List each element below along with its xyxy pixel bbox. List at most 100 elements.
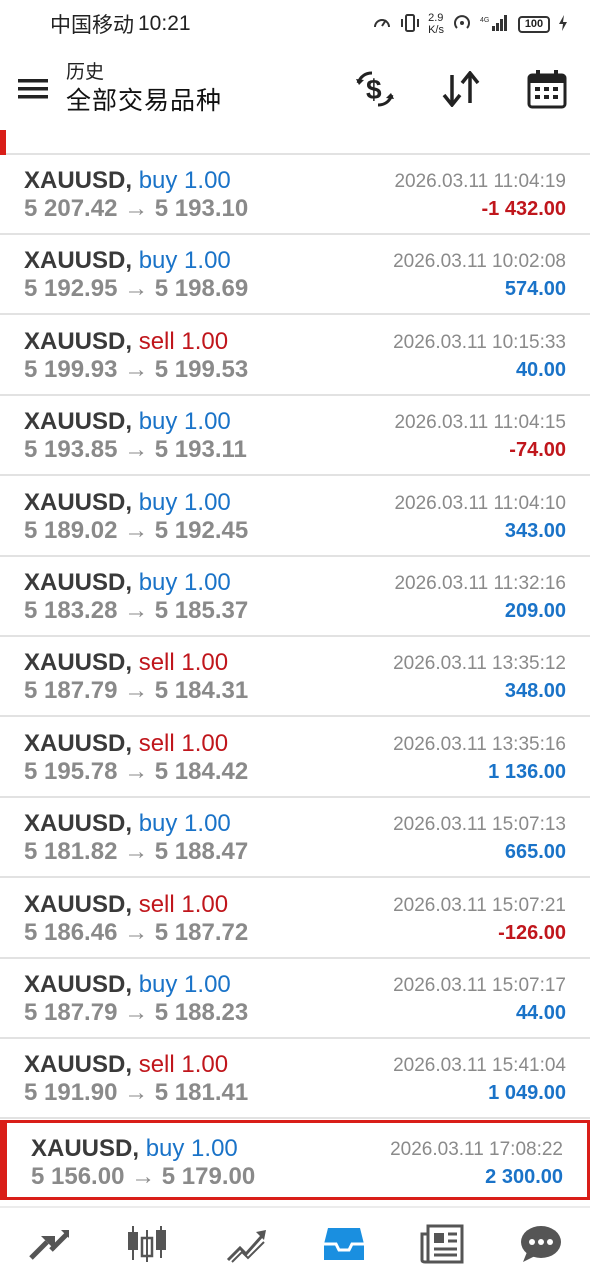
trade-title: XAUUSD, sell 1.00 — [24, 649, 228, 677]
app-header: 历史 全部交易品种 $ — [0, 48, 590, 130]
history-list[interactable]: XAUUSD, buy 1.00 5 207.42 → 5 193.10 2026.… — [0, 130, 590, 1206]
list-item[interactable]: XAUUSD, buy 1.00 5 192.95 → 5 198.69 2026.… — [0, 235, 590, 316]
trade-symbol: XAUUSD, — [24, 327, 133, 355]
trade-symbol: XAUUSD, — [24, 167, 133, 194]
trade-symbol: XAUUSD, — [24, 890, 133, 918]
trade-side: sell 1.00 — [138, 327, 229, 355]
trade-profit: 343.00 — [504, 519, 566, 542]
status-icons: 2.9 K/s 4G 100 — [372, 12, 568, 36]
trade-prices: 5 191.90 → 5 181.41 — [24, 1079, 249, 1107]
tab-quotes[interactable] — [0, 1208, 98, 1280]
trade-time: 2026.03.11 13:35:16 — [393, 733, 566, 755]
list-item-selected[interactable]: XAUUSD, buy 1.00 5 156.00 → 5 179.00 2026.… — [0, 1119, 590, 1200]
tab-trade[interactable] — [197, 1208, 295, 1280]
trade-symbol: XAUUSD, — [24, 408, 133, 436]
trade-profit: -74.00 — [509, 439, 566, 462]
calendar-button[interactable] — [504, 48, 590, 130]
trade-prices: 5 189.02 → 5 192.45 — [24, 516, 249, 544]
history-icon — [324, 1228, 365, 1260]
svg-text:$: $ — [366, 74, 382, 105]
trade-profit: 44.00 — [515, 1002, 566, 1024]
hotspot-icon — [452, 13, 472, 36]
list-item[interactable]: XAUUSD, buy 1.00 5 193.85 → 5 193.11 2026.… — [0, 396, 590, 477]
tab-chat[interactable] — [492, 1208, 590, 1280]
trade-title: XAUUSD, sell 1.00 — [24, 328, 228, 356]
tab-history[interactable] — [295, 1208, 393, 1280]
page-title: 历史 — [66, 61, 105, 83]
list-item-partial — [0, 130, 590, 155]
list-item[interactable]: XAUUSD, sell 1.00 5 199.93 → 5 199.53 2026… — [0, 316, 590, 396]
trade-symbol: XAUUSD, — [24, 569, 133, 596]
trade-title: XAUUSD, buy 1.00 — [24, 489, 231, 517]
menu-button[interactable] — [0, 48, 66, 130]
trade-time: 2026.03.11 13:35:12 — [393, 653, 566, 675]
trade-symbol: XAUUSD, — [24, 971, 133, 998]
trade-title: XAUUSD, buy 1.00 — [24, 167, 231, 195]
list-item[interactable]: XAUUSD, buy 1.00 5 183.28 → 5 185.37 2026.… — [0, 557, 590, 637]
list-item[interactable]: XAUUSD, buy 1.00 5 189.02 → 5 192.45 2026.… — [0, 477, 590, 557]
trade-side: sell 1.00 — [138, 729, 229, 757]
quotes-icon — [29, 1230, 70, 1260]
symbol-filter[interactable]: 全部交易品种 — [66, 84, 222, 118]
trade-profit: 1 136.00 — [488, 760, 566, 783]
trade-symbol: XAUUSD, — [24, 649, 133, 677]
trade-prices: 5 199.93 → 5 199.53 — [24, 355, 249, 383]
status-time: 10:21 — [138, 12, 191, 35]
trade-symbol: XAUUSD, — [24, 729, 133, 757]
tab-news[interactable] — [393, 1208, 491, 1280]
sort-button[interactable] — [418, 48, 504, 130]
trade-prices: 5 193.85 → 5 193.11 — [24, 436, 247, 464]
trade-prices: 5 183.28 → 5 185.37 — [24, 597, 249, 624]
trade-icon — [226, 1230, 266, 1263]
status-bar: 中国移动 10:21 2.9 K/s 4G 100 — [0, 0, 590, 48]
carrier-name: 中国移动 — [50, 13, 134, 37]
list-item[interactable]: XAUUSD, buy 1.00 5 207.42 → 5 193.10 2026.… — [0, 155, 590, 235]
trade-profit: 209.00 — [504, 600, 566, 622]
trade-prices: 5 187.79 → 5 184.31 — [24, 677, 249, 705]
trade-title: XAUUSD, sell 1.00 — [24, 730, 228, 758]
trade-title: XAUUSD, buy 1.00 — [24, 408, 231, 436]
svg-text:4G: 4G — [480, 17, 489, 24]
list-item[interactable]: XAUUSD, sell 1.00 5 187.79 → 5 184.31 2026… — [0, 637, 590, 718]
trade-side: buy 1.00 — [138, 408, 231, 436]
trade-time: 2026.03.11 11:32:16 — [394, 573, 566, 594]
charging-icon — [558, 14, 568, 34]
trade-profit: 40.00 — [515, 358, 566, 381]
chart-icon — [128, 1226, 167, 1262]
trade-title: XAUUSD, sell 1.00 — [24, 1051, 228, 1079]
list-item[interactable]: XAUUSD, sell 1.00 5 195.78 → 5 184.42 2026… — [0, 718, 590, 798]
list-item[interactable]: XAUUSD, buy 1.00 5 187.79 → 5 188.23 2026.… — [0, 959, 590, 1039]
list-item[interactable]: XAUUSD, buy 1.00 5 181.82 → 5 188.47 2026.… — [0, 798, 590, 879]
trade-prices: 5 207.42 → 5 193.10 — [24, 195, 249, 222]
trade-prices: 5 186.46 → 5 187.72 — [24, 918, 249, 946]
header-titles: 历史 全部交易品种 — [66, 60, 222, 118]
network-speed: 2.9 K/s — [428, 12, 444, 36]
trade-profit: 574.00 — [504, 278, 566, 301]
trade-title: XAUUSD, buy 1.00 — [24, 569, 231, 597]
trade-time: 2026.03.11 11:04:10 — [394, 492, 566, 514]
trade-prices: 5 187.79 → 5 188.23 — [24, 999, 249, 1026]
header-actions: $ — [332, 48, 590, 130]
trade-symbol: XAUUSD, — [31, 1134, 140, 1162]
trade-time: 2026.03.11 15:07:17 — [393, 975, 566, 996]
trade-side: buy 1.00 — [138, 971, 231, 998]
trade-title: XAUUSD, sell 1.00 — [24, 891, 228, 919]
trade-side: sell 1.00 — [138, 1051, 229, 1079]
list-item[interactable]: XAUUSD, sell 1.00 5 186.46 → 5 187.72 2026… — [0, 879, 590, 959]
list-item[interactable]: XAUUSD, sell 1.00 5 191.90 → 5 181.41 2026… — [0, 1039, 590, 1120]
trade-profit: 348.00 — [504, 680, 566, 703]
trade-title: XAUUSD, buy 1.00 — [24, 810, 231, 838]
trade-symbol: XAUUSD, — [24, 247, 133, 275]
position-marker — [0, 130, 6, 155]
trade-profit: 665.00 — [504, 841, 566, 864]
trade-time: 2026.03.11 17:08:22 — [390, 1138, 563, 1160]
trade-symbol: XAUUSD, — [24, 488, 133, 516]
trade-time: 2026.03.11 15:41:04 — [393, 1055, 566, 1077]
trade-profit: -1 432.00 — [481, 198, 566, 220]
trade-time: 2026.03.11 15:07:21 — [393, 894, 566, 916]
currency-exchange-button[interactable]: $ — [332, 48, 418, 130]
sort-icon — [442, 71, 480, 107]
tab-chart[interactable] — [98, 1208, 196, 1280]
signal-icon: 4G — [480, 14, 510, 35]
trade-prices: 5 192.95 → 5 198.69 — [24, 275, 249, 303]
